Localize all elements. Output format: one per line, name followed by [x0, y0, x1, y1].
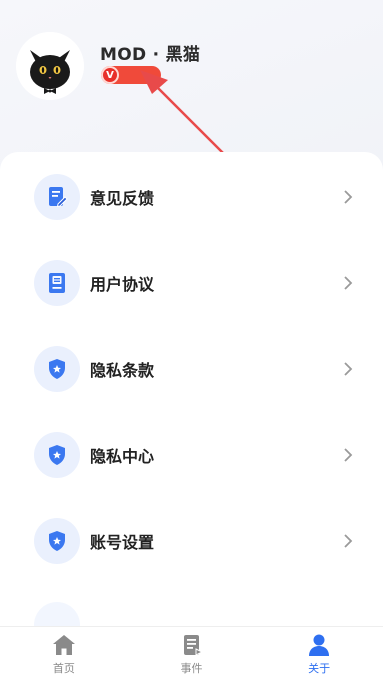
- menu-item-label: 用户协议: [90, 275, 155, 294]
- menu-item-label: 账号设置: [90, 533, 155, 552]
- shield-star-icon: [49, 445, 65, 465]
- vip-badge-icon: V: [101, 66, 119, 84]
- menu-card: 意见反馈 用户协议 隐私条款 隐私中心 账号设置: [0, 152, 383, 652]
- menu-item-feedback[interactable]: 意见反馈: [0, 154, 383, 240]
- tab-label: 事件: [180, 662, 203, 675]
- shield-star-icon-wrap: [34, 346, 80, 392]
- menu-item-privacy-terms[interactable]: 隐私条款: [0, 326, 383, 412]
- home-icon: [51, 632, 77, 658]
- avatar[interactable]: [16, 32, 84, 100]
- tab-label: 关于: [308, 662, 331, 675]
- profile-header: MOD · 黑猫 V: [0, 0, 383, 150]
- black-cat-avatar-icon: [16, 32, 84, 100]
- tab-label: 首页: [52, 662, 75, 675]
- vip-badge[interactable]: V: [101, 66, 161, 84]
- feedback-icon: [49, 187, 68, 208]
- tab-home[interactable]: 首页: [0, 627, 128, 681]
- agreement-icon-wrap: [34, 260, 80, 306]
- user-icon: [306, 632, 332, 658]
- chevron-right-icon: [343, 189, 353, 205]
- menu-item-label: 意见反馈: [90, 189, 155, 208]
- shield-star-icon-wrap: [34, 518, 80, 564]
- event-icon: [179, 632, 205, 658]
- menu-item-label: 隐私条款: [90, 361, 155, 380]
- bottom-tab-bar: 首页 事件 关于: [0, 626, 383, 681]
- tab-about[interactable]: 关于: [255, 627, 383, 681]
- menu-item-account-settings[interactable]: 账号设置: [0, 498, 383, 584]
- chevron-right-icon: [343, 275, 353, 291]
- shield-star-icon: [49, 531, 65, 551]
- chevron-right-icon: [343, 447, 353, 463]
- tab-events[interactable]: 事件: [128, 627, 256, 681]
- shield-star-icon-wrap: [34, 432, 80, 478]
- agreement-icon: [49, 273, 65, 293]
- chevron-right-icon: [343, 361, 353, 377]
- shield-star-icon: [49, 359, 65, 379]
- menu-item-label: 隐私中心: [90, 447, 155, 466]
- menu-item-privacy-center[interactable]: 隐私中心: [0, 412, 383, 498]
- chevron-right-icon: [343, 533, 353, 549]
- menu-item-user-agreement[interactable]: 用户协议: [0, 240, 383, 326]
- username: MOD · 黑猫: [100, 45, 201, 65]
- feedback-icon-wrap: [34, 174, 80, 220]
